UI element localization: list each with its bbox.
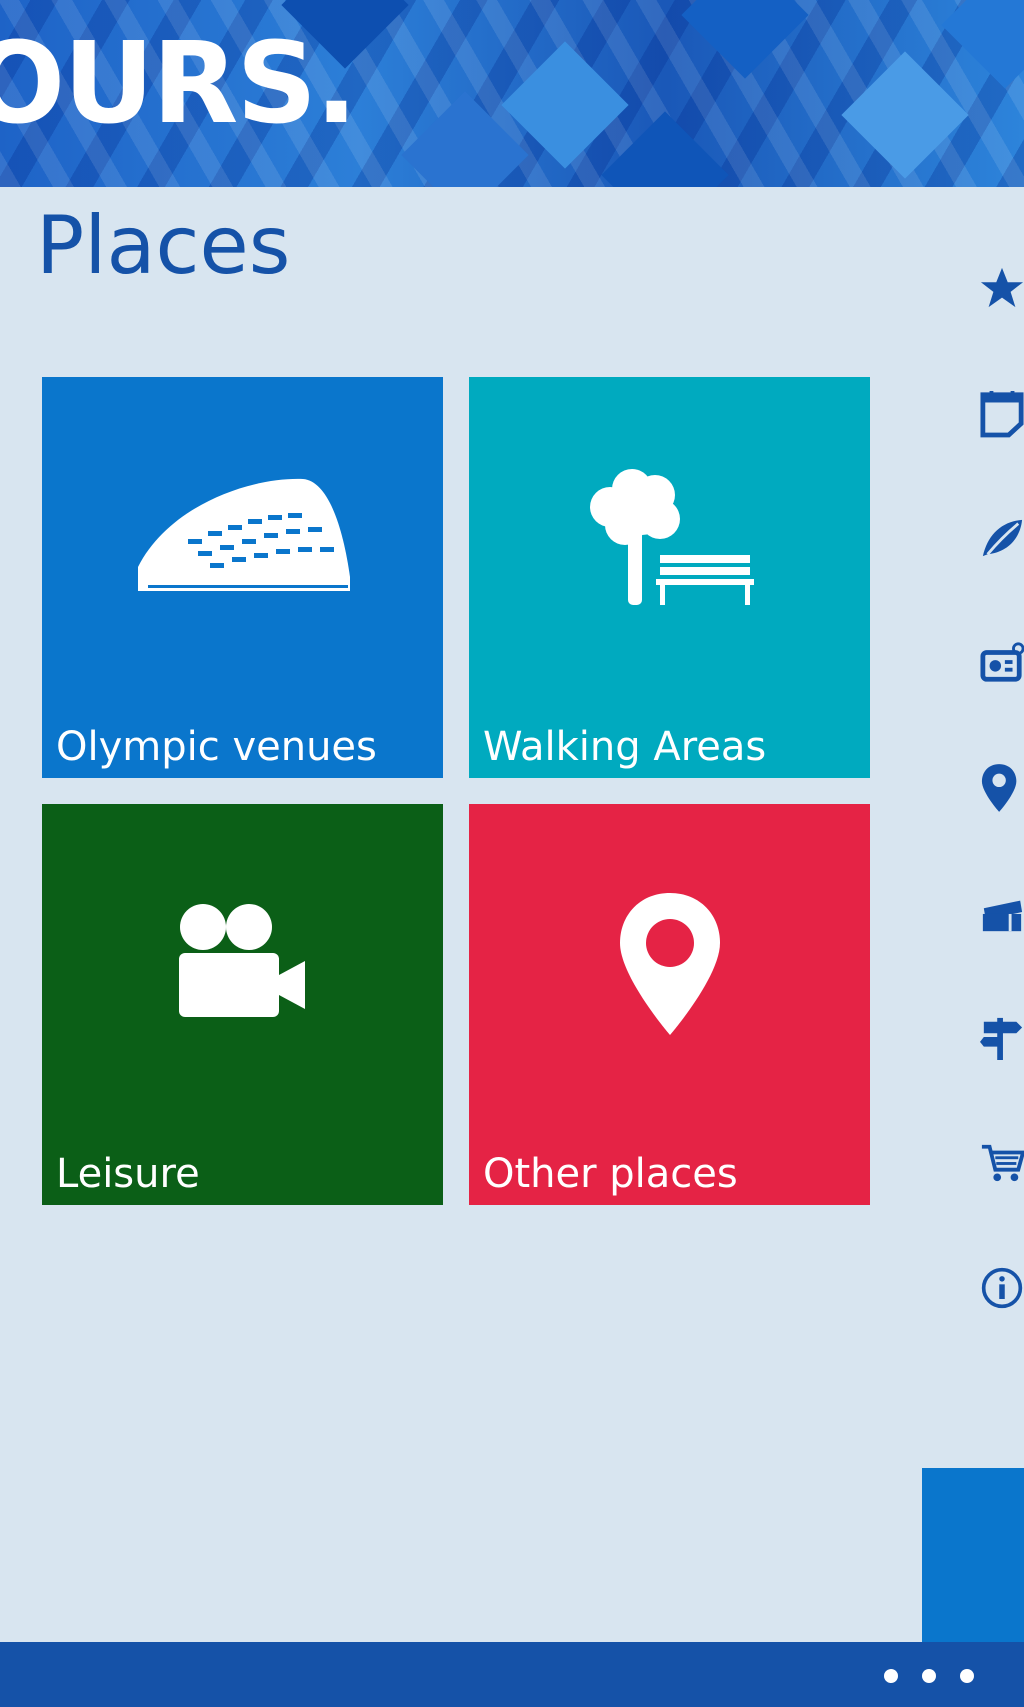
ellipsis-icon — [922, 1669, 936, 1683]
rail-calendar[interactable] — [972, 385, 1024, 441]
tile-label: Walking Areas — [483, 724, 767, 770]
header-banner: OURS. — [0, 0, 1024, 187]
tile-leisure[interactable]: Leisure — [42, 804, 443, 1205]
rail-favorites[interactable] — [972, 260, 1024, 316]
tile-other-places[interactable]: Other places — [469, 804, 870, 1205]
info-icon — [981, 1267, 1023, 1309]
rail-tickets[interactable] — [972, 885, 1024, 941]
rail-nature[interactable] — [972, 510, 1024, 566]
ellipsis-icon — [884, 1669, 898, 1683]
app-bar — [0, 1642, 1024, 1707]
tile-walking-areas[interactable]: Walking Areas — [469, 377, 870, 778]
app-logo: OURS. — [0, 19, 358, 149]
rail-info[interactable] — [972, 1260, 1024, 1316]
signpost-icon — [980, 1017, 1023, 1060]
tickets-icon — [982, 900, 1023, 932]
tile-label: Leisure — [56, 1151, 200, 1197]
cart-icon — [981, 1144, 1024, 1182]
map-pin-icon — [469, 884, 870, 1044]
star-icon — [980, 267, 1024, 308]
rail-radio[interactable] — [972, 635, 1024, 691]
rail-location[interactable] — [972, 760, 1024, 816]
leaf-icon — [982, 519, 1023, 557]
more-button[interactable] — [884, 1656, 974, 1696]
tile-label: Other places — [483, 1151, 738, 1197]
rail-directions[interactable] — [972, 1010, 1024, 1066]
calendar-icon — [980, 391, 1024, 438]
radio-icon — [980, 642, 1024, 682]
tree-bench-icon — [469, 457, 870, 617]
location-pin-icon — [981, 764, 1017, 812]
tile-label: Olympic venues — [56, 724, 377, 770]
page-title: Places — [36, 199, 291, 292]
stadium-icon — [42, 457, 443, 617]
tile-olympic-venues[interactable]: Olympic venues — [42, 377, 443, 778]
accent-panel — [922, 1468, 1024, 1642]
rail-shop[interactable] — [972, 1135, 1024, 1191]
ellipsis-icon — [960, 1669, 974, 1683]
video-camera-icon — [42, 884, 443, 1044]
